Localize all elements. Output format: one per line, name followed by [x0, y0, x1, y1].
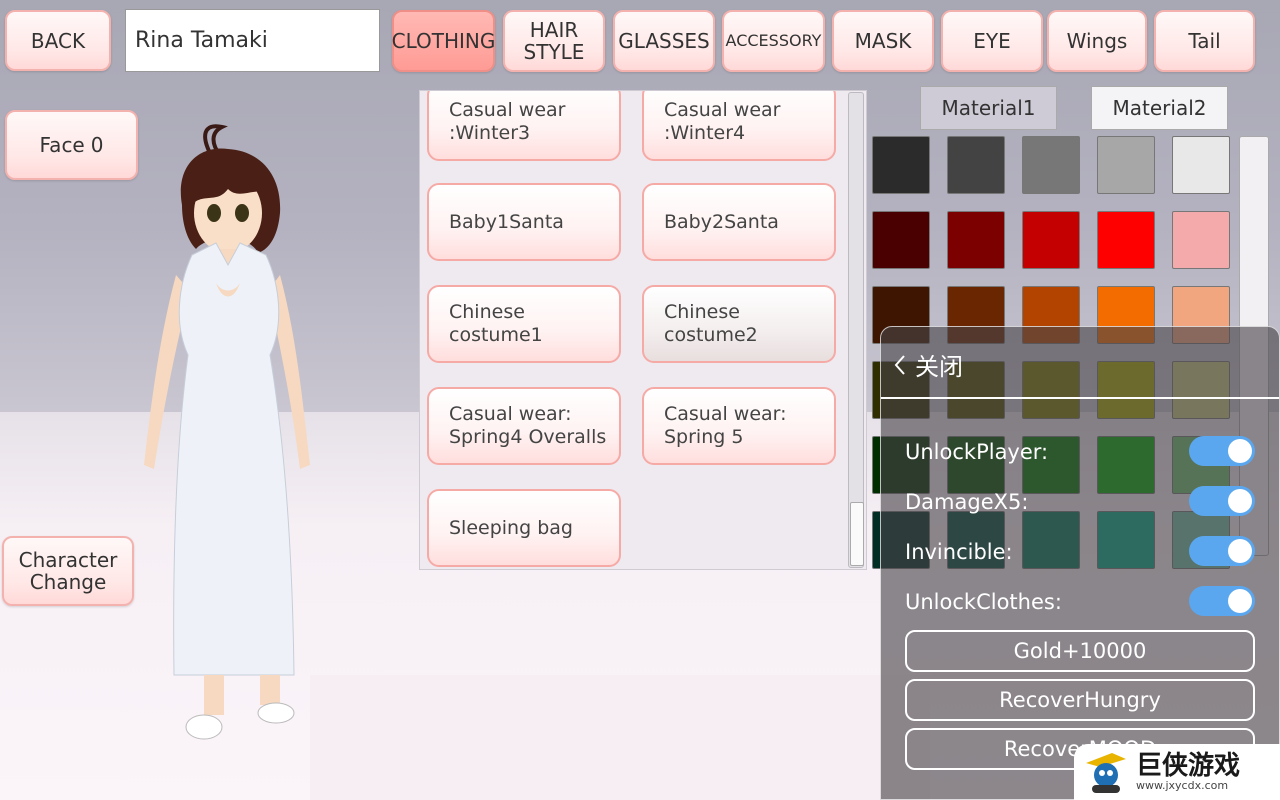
- color-swatch[interactable]: [1097, 211, 1155, 269]
- tab-mask[interactable]: MASK: [832, 10, 934, 72]
- watermark-title: 巨侠游戏: [1136, 750, 1241, 781]
- toggle-knob: [1228, 539, 1252, 563]
- tab-clothing[interactable]: CLOTHING: [392, 10, 495, 72]
- character-name-field[interactable]: Rina Tamaki: [125, 9, 380, 72]
- toggle-knob: [1228, 589, 1252, 613]
- tab-glasses[interactable]: GLASSES: [613, 10, 715, 72]
- color-swatch[interactable]: [1097, 136, 1155, 194]
- clothing-item[interactable]: Casual wear :Winter4: [642, 91, 836, 161]
- clothing-item[interactable]: Casual wear: Spring4 Overalls: [427, 387, 621, 465]
- clothing-list-scrollbar[interactable]: [848, 92, 864, 568]
- color-swatch[interactable]: [1172, 136, 1230, 194]
- clothing-item[interactable]: Sleeping bag: [427, 489, 621, 567]
- character-model[interactable]: [130, 115, 330, 755]
- material2-tab[interactable]: Material2: [1091, 86, 1228, 130]
- tab-tail[interactable]: Tail: [1154, 10, 1255, 72]
- back-button[interactable]: BACK: [5, 10, 111, 71]
- gamepad-mascot-icon: [1082, 749, 1132, 795]
- clothing-list[interactable]: Casual wear :Winter3 Casual wear :Winter…: [419, 90, 867, 570]
- clothing-item[interactable]: Casual wear: Spring 5: [642, 387, 836, 465]
- site-watermark: 巨侠游戏 www.jxycdx.com: [1074, 744, 1280, 800]
- damage-x5-label: DamageX5:: [905, 490, 1029, 514]
- unlock-player-label: UnlockPlayer:: [905, 440, 1049, 464]
- toggle-knob: [1228, 489, 1252, 513]
- cheat-menu-header: 关闭: [881, 327, 1279, 399]
- chevron-left-icon: [894, 354, 905, 375]
- face-value: 0: [90, 133, 104, 157]
- watermark-url: www.jxycdx.com: [1136, 778, 1229, 792]
- color-swatch[interactable]: [1172, 211, 1230, 269]
- material1-tab[interactable]: Material1: [920, 86, 1057, 130]
- cheat-menu: 关闭 UnlockPlayer: DamageX5: Invincible: U…: [880, 326, 1280, 800]
- face-label: Face: [39, 133, 85, 157]
- clothing-item-selected[interactable]: Chinese costume2: [642, 285, 836, 363]
- tab-hair-style[interactable]: HAIR STYLE: [503, 10, 605, 72]
- color-swatch[interactable]: [872, 211, 930, 269]
- color-swatch[interactable]: [872, 136, 930, 194]
- invincible-toggle[interactable]: [1189, 536, 1255, 566]
- clothing-item[interactable]: Baby1Santa: [427, 183, 621, 261]
- clothing-item[interactable]: Casual wear :Winter3: [427, 91, 621, 161]
- character-shoe-left: [185, 714, 223, 740]
- character-change-button[interactable]: Character Change: [2, 536, 134, 606]
- color-swatch[interactable]: [947, 136, 1005, 194]
- tab-wings[interactable]: Wings: [1047, 10, 1147, 72]
- unlock-clothes-toggle[interactable]: [1189, 586, 1255, 616]
- character-dress: [173, 242, 295, 676]
- character-leg-right: [260, 675, 280, 705]
- tab-accessory[interactable]: ACCESSORY: [722, 10, 825, 72]
- toggle-knob: [1228, 439, 1252, 463]
- recover-hungry-button[interactable]: RecoverHungry: [905, 679, 1255, 721]
- gold-10000-button[interactable]: Gold+10000: [905, 630, 1255, 672]
- scene-floor-mat: [310, 675, 930, 800]
- face-button[interactable]: Face 0: [5, 110, 138, 180]
- unlock-clothes-label: UnlockClothes:: [905, 590, 1062, 614]
- tab-eye[interactable]: EYE: [941, 10, 1043, 72]
- character-shoe-right: [257, 702, 295, 724]
- character-leg-left: [204, 675, 224, 715]
- character-eye-left: [207, 204, 221, 222]
- color-swatch[interactable]: [947, 211, 1005, 269]
- cheat-close-label: 关闭: [915, 353, 963, 381]
- clothing-item[interactable]: Baby2Santa: [642, 183, 836, 261]
- clothing-list-scroll-thumb[interactable]: [850, 502, 864, 566]
- damage-x5-toggle[interactable]: [1189, 486, 1255, 516]
- character-eye-right: [235, 204, 249, 222]
- clothing-item[interactable]: Chinese costume1: [427, 285, 621, 363]
- invincible-label: Invincible:: [905, 540, 1013, 564]
- color-swatch[interactable]: [1022, 136, 1080, 194]
- unlock-player-toggle[interactable]: [1189, 436, 1255, 466]
- cheat-close-button[interactable]: 关闭: [891, 347, 963, 382]
- color-swatch[interactable]: [1022, 211, 1080, 269]
